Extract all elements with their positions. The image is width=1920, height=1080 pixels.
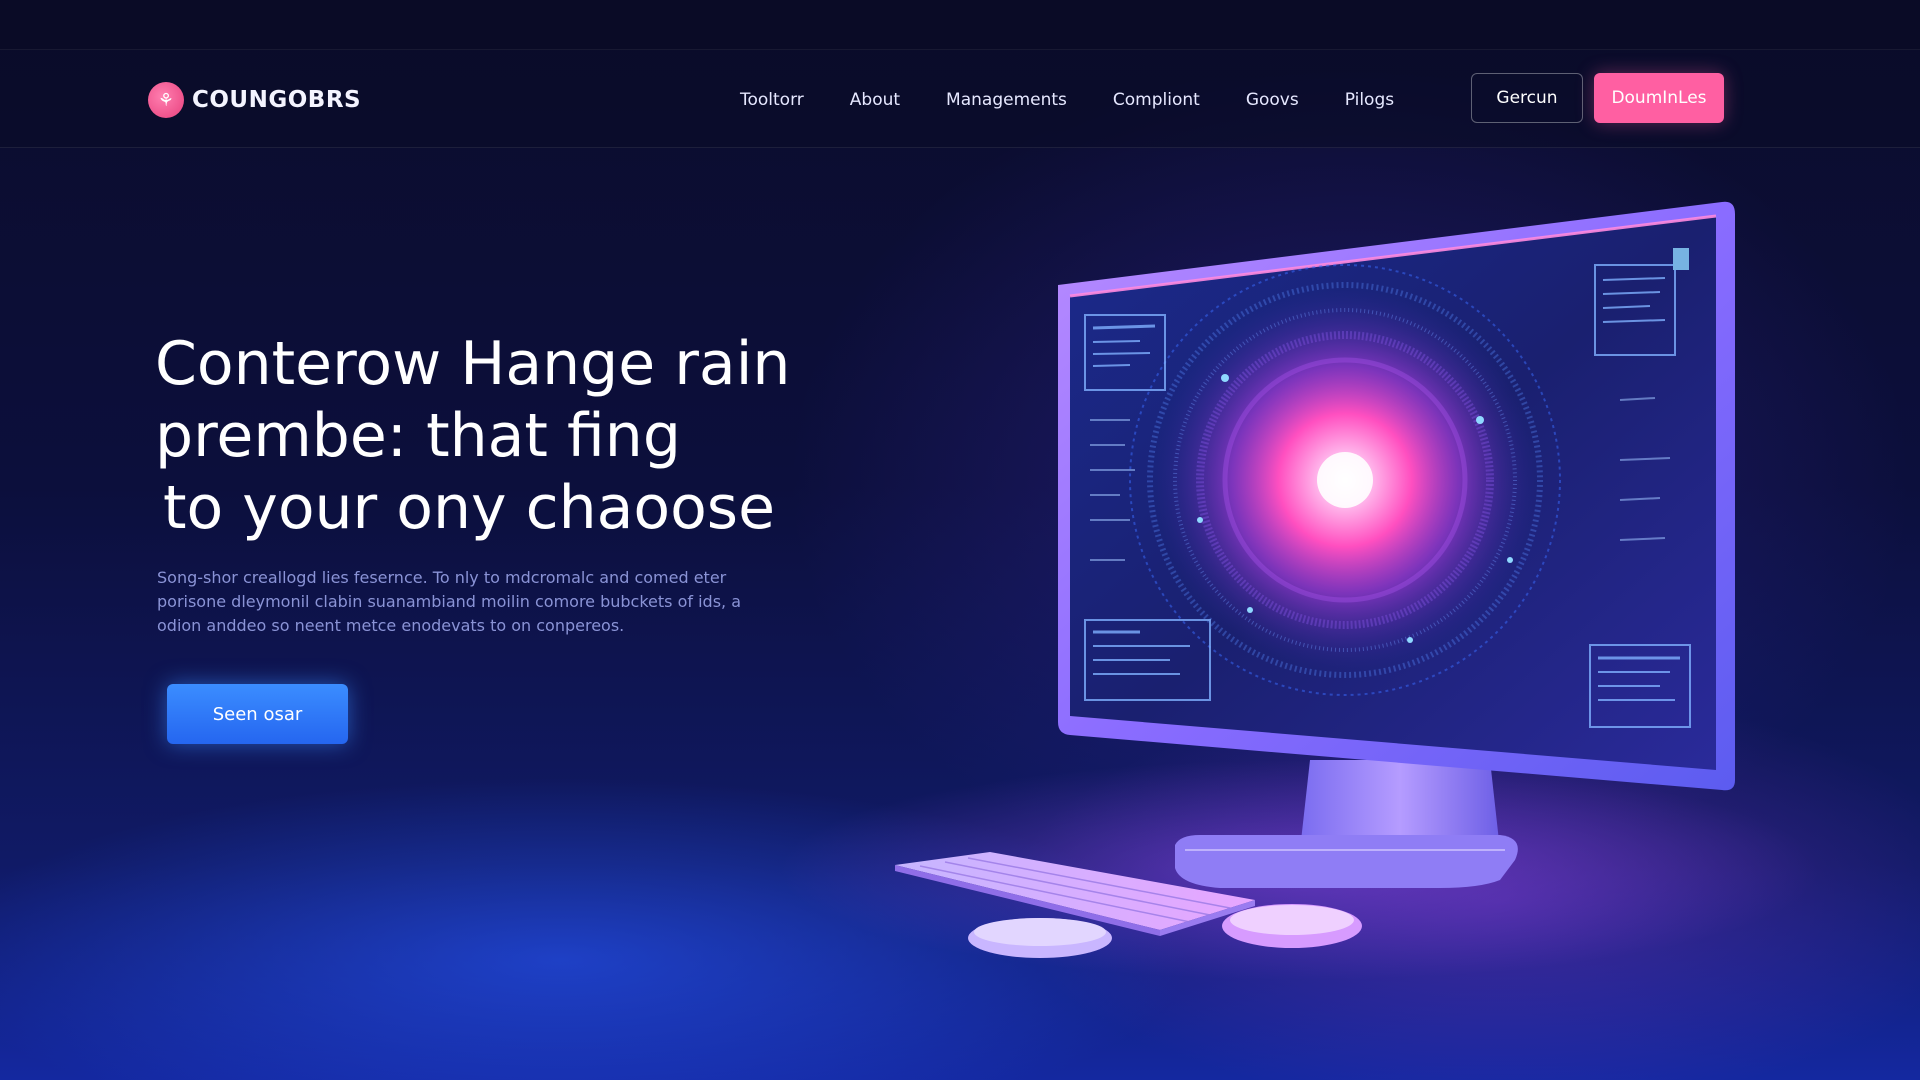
computer-illustration [780, 201, 1820, 980]
landing-page: ⚘ COUNGOBRS Tooltorr About Managements C… [0, 0, 1920, 1080]
